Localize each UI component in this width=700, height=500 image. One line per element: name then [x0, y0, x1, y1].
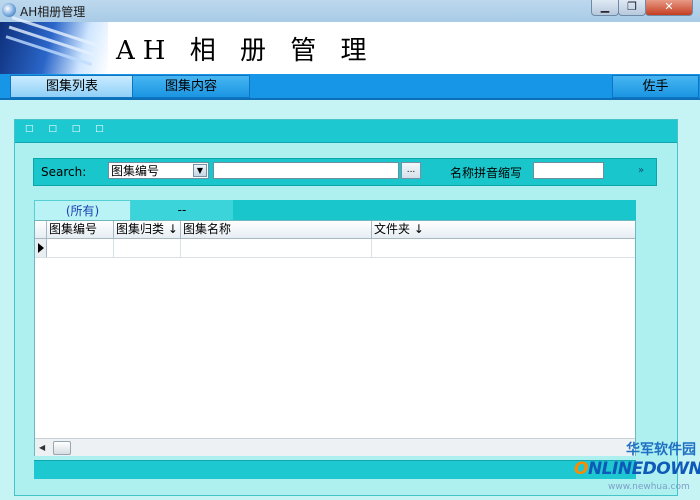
album-table[interactable]: 图集编号 图集归类 ↓ 图集名称 文件夹 ↓ ◀ [34, 220, 636, 456]
table-row[interactable] [35, 239, 635, 258]
table-header: 图集编号 图集归类 ↓ 图集名称 文件夹 ↓ [35, 221, 635, 239]
panel-header-glyphs: □ □ □ □ [25, 124, 110, 134]
tab-album-content[interactable]: 图集内容 [132, 75, 250, 98]
panel-footer [34, 460, 636, 479]
pinyin-label: 名称拼音缩写 [450, 166, 523, 180]
row-indicator-icon [38, 243, 44, 253]
window-title: AH相册管理 [20, 5, 86, 19]
search-input[interactable] [213, 162, 399, 179]
horizontal-scrollbar[interactable]: ◀ [35, 438, 635, 456]
watermark-logo: ONLINEDOWN [574, 459, 700, 479]
expand-button[interactable]: » [638, 165, 644, 176]
window-title-bar[interactable]: AH相册管理 ▁ ❐ ✕ [0, 0, 700, 23]
search-field-value: 图集编号 [111, 164, 160, 178]
row-selector-header [35, 221, 47, 238]
table-cell[interactable] [181, 239, 372, 257]
app-title: AH 相 册 管 理 [116, 36, 375, 66]
scroll-left-icon[interactable]: ◀ [39, 443, 45, 452]
maximize-button[interactable]: ❐ [618, 0, 646, 16]
main-tab-bar: 图集列表 图集内容 佐手 [0, 74, 700, 100]
filter-tab-all[interactable]: (所有) [34, 200, 131, 220]
search-label: Search: [41, 165, 87, 179]
scroll-thumb[interactable] [53, 441, 71, 455]
app-icon [2, 3, 16, 17]
browse-button[interactable]: ... [401, 162, 421, 179]
search-field-select[interactable]: 图集编号 ▼ [108, 162, 209, 179]
table-cell[interactable] [114, 239, 181, 257]
table-cell[interactable] [47, 239, 114, 257]
watermark-cn-text: 华军软件园 [626, 442, 696, 458]
dropdown-arrow-icon[interactable]: ▼ [193, 164, 207, 177]
column-header-album-id[interactable]: 图集编号 [47, 221, 114, 238]
watermark-logo-o: O [574, 459, 588, 479]
column-header-album-category[interactable]: 图集归类 ↓ [114, 221, 181, 238]
watermark-url: www.newhua.com [608, 482, 690, 492]
row-selector[interactable] [35, 239, 47, 257]
banner-graphic [0, 22, 108, 74]
header-banner: AH 相 册 管 理 [0, 22, 700, 96]
column-header-album-name[interactable]: 图集名称 [181, 221, 372, 238]
grid-filter-tabs: (所有) -- [34, 200, 636, 220]
album-grid-block: (所有) -- 图集编号 图集归类 ↓ 图集名称 文件夹 ↓ ◀ [34, 200, 636, 456]
minimize-button[interactable]: ▁ [591, 0, 619, 16]
filter-tab-other[interactable]: -- [131, 200, 233, 220]
pinyin-input[interactable] [533, 162, 604, 179]
column-header-folder[interactable]: 文件夹 ↓ [372, 221, 635, 238]
onlinedown-watermark: 华军软件园 ONLINEDOWN www.newhua.com [566, 438, 700, 498]
panel-header: □ □ □ □ [15, 120, 677, 143]
table-cell[interactable] [372, 239, 635, 257]
close-button[interactable]: ✕ [645, 0, 693, 16]
search-bar: Search: 图集编号 ▼ ... 名称拼音缩写 » [33, 158, 657, 186]
watermark-logo-rest: NLINEDOWN [587, 459, 700, 479]
tab-album-list[interactable]: 图集列表 [10, 75, 134, 98]
assistant-button[interactable]: 佐手 [612, 75, 699, 98]
